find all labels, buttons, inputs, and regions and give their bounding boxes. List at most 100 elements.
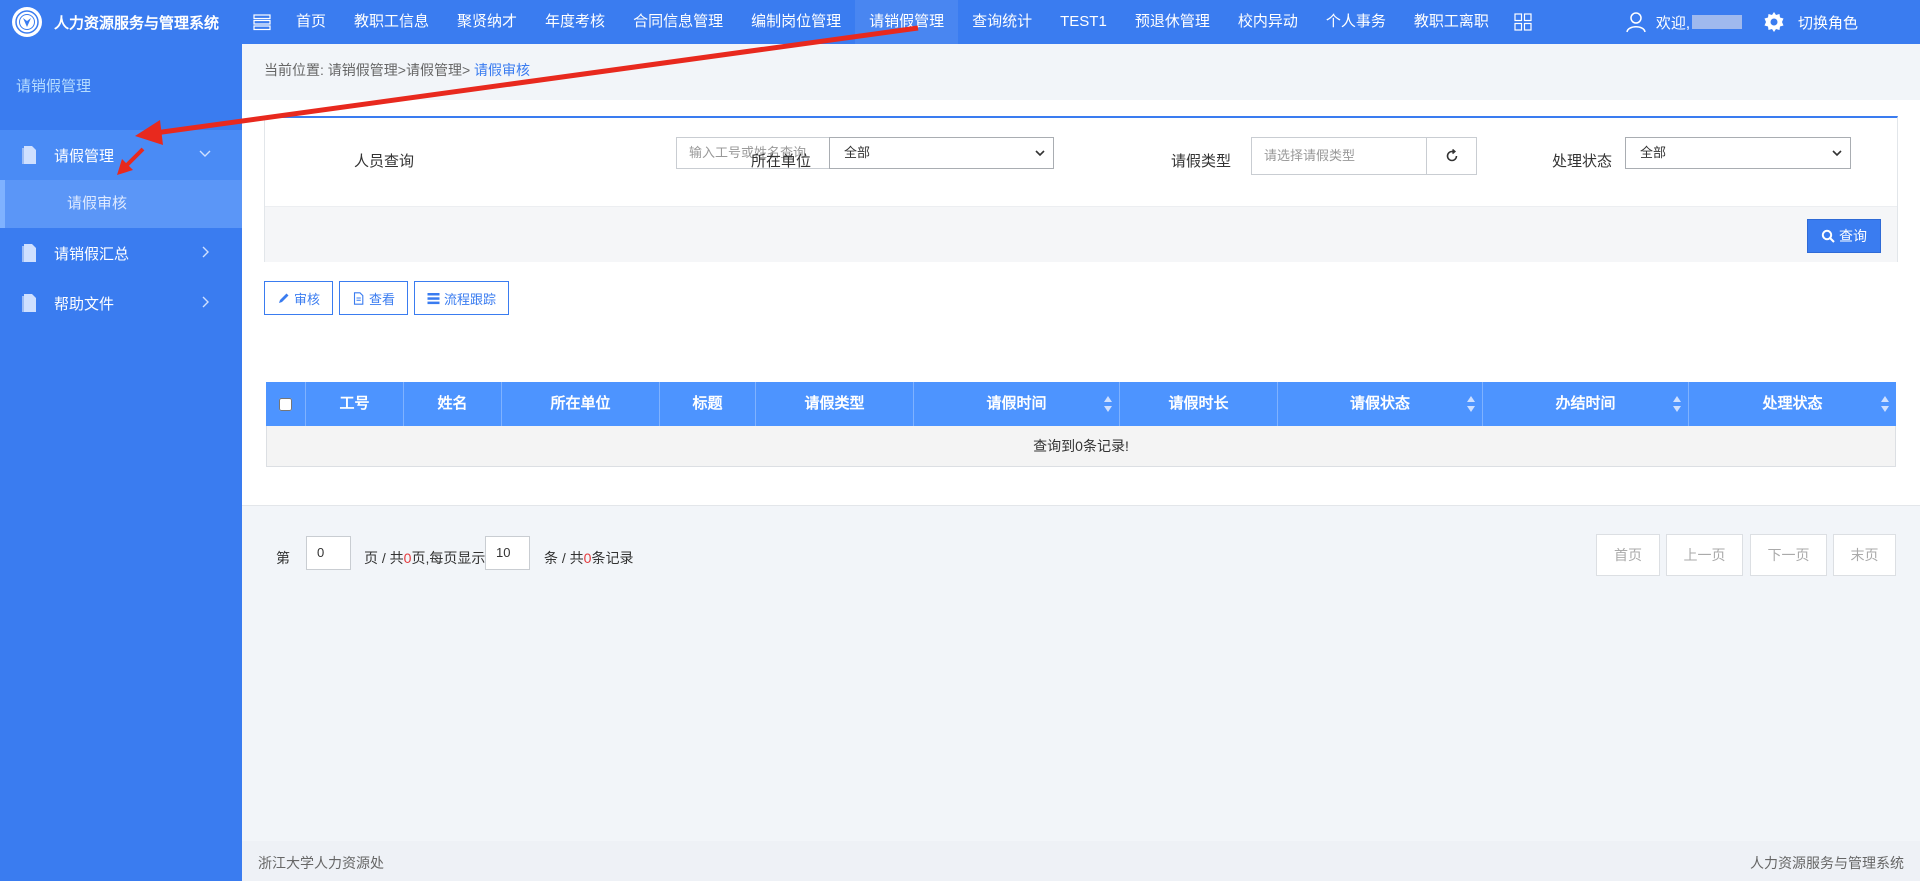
main-nav: 首页 教职工信息 聚贤纳才 年度考核 合同信息管理 编制岗位管理 请销假管理 查…: [282, 0, 1503, 44]
unit-select-value: 全部: [844, 145, 871, 160]
nav-test1[interactable]: TEST1: [1046, 0, 1121, 44]
sort-icon[interactable]: [1880, 395, 1890, 413]
sidebar-subitem-leave-audit[interactable]: 请假审核: [0, 180, 242, 228]
leave-type-label: 请假类型: [1171, 153, 1232, 170]
user-area: 欢迎, 切换角色: [1624, 0, 1920, 44]
unit-select[interactable]: 全部: [829, 137, 1054, 169]
record-total-text: 条 / 共0条记录: [544, 550, 634, 566]
sidebar-title: 请销假管理: [16, 78, 92, 95]
footer-org: 浙江大学人力资源处: [258, 855, 384, 871]
audit-button[interactable]: 审核: [264, 281, 334, 315]
chevron-down-icon: [1832, 150, 1842, 157]
top-navbar: 人力资源服务与管理系统 首页 教职工信息 聚贤纳才 年度考核 合同信息管理 编制…: [0, 0, 1920, 44]
nav-annual-review[interactable]: 年度考核: [531, 0, 619, 44]
chevron-right-icon: [202, 296, 209, 308]
breadcrumb-current: 请假审核: [474, 62, 531, 78]
col-title[interactable]: 标题: [660, 382, 756, 426]
sort-icon[interactable]: [1103, 395, 1113, 413]
chevron-down-icon: [199, 150, 211, 157]
nav-home[interactable]: 首页: [282, 0, 340, 44]
empty-result-row: 查询到0条记录!: [266, 426, 1896, 467]
audit-button-label: 审核: [294, 291, 321, 307]
col-leave-time[interactable]: 请假时间: [914, 382, 1120, 426]
nav-recruitment[interactable]: 聚贤纳才: [443, 0, 531, 44]
col-completion-time-label: 办结时间: [1555, 395, 1616, 412]
refresh-button[interactable]: [1427, 137, 1477, 175]
chevron-right-icon: [202, 246, 209, 258]
brand[interactable]: 人力资源服务与管理系统: [0, 0, 242, 44]
nav-personal[interactable]: 个人事务: [1312, 0, 1400, 44]
leave-type-input[interactable]: 请选择请假类型: [1251, 137, 1427, 175]
select-all-cell: [266, 382, 306, 426]
chevron-down-icon: [1035, 150, 1045, 157]
sidebar-item-label: 请销假汇总: [54, 245, 130, 263]
page-size-input[interactable]: 10: [485, 536, 530, 570]
sidebar-item-label: 帮助文件: [54, 295, 115, 313]
view-button-label: 查看: [369, 291, 396, 307]
sidebar-item-help-files[interactable]: 帮助文件: [0, 278, 242, 328]
page-number-input[interactable]: 0: [306, 536, 351, 570]
track-button[interactable]: 流程跟踪: [414, 281, 510, 315]
person-query-label: 人员查询: [354, 153, 415, 170]
prev-page-button[interactable]: 上一页: [1666, 534, 1743, 576]
col-completion-time[interactable]: 办结时间: [1483, 382, 1689, 426]
next-page-button[interactable]: 下一页: [1750, 534, 1827, 576]
page-label: 第: [276, 550, 290, 566]
search-form: 人员查询 输入工号或姓名查询 所在单位 全部 请假类型 请选择请假类型 处理状态…: [264, 116, 1898, 262]
nav-query-stats[interactable]: 查询统计: [958, 0, 1046, 44]
col-leave-time-label: 请假时间: [986, 395, 1047, 412]
sort-icon[interactable]: [1672, 395, 1682, 413]
list-icon: [427, 292, 440, 304]
pencil-icon: [279, 293, 289, 303]
col-process-status-label: 处理状态: [1762, 395, 1823, 412]
nav-contract[interactable]: 合同信息管理: [619, 0, 737, 44]
document-icon: [22, 294, 36, 312]
status-label: 处理状态: [1552, 153, 1613, 170]
status-select[interactable]: 全部: [1625, 137, 1851, 169]
status-select-value: 全部: [1640, 145, 1667, 160]
last-page-button[interactable]: 末页: [1833, 534, 1896, 576]
nav-pre-retirement[interactable]: 预退休管理: [1121, 0, 1224, 44]
nav-transfer[interactable]: 校内异动: [1224, 0, 1312, 44]
col-staff-id[interactable]: 工号: [306, 382, 404, 426]
col-unit[interactable]: 所在单位: [502, 382, 660, 426]
unit-label: 所在单位: [751, 153, 812, 170]
content-panel: 人员查询 输入工号或姓名查询 所在单位 全部 请假类型 请选择请假类型 处理状态…: [242, 100, 1920, 576]
breadcrumb-path[interactable]: 请销假管理>请假管理>: [328, 62, 470, 78]
action-toolbar: 审核 查看 流程跟踪: [264, 281, 515, 315]
sort-icon[interactable]: [1466, 395, 1476, 413]
gear-icon[interactable]: [1762, 10, 1786, 34]
apps-grid-icon[interactable]: [1503, 0, 1543, 44]
sidebar-item-leave-management[interactable]: 请假管理: [0, 130, 242, 180]
nav-staff-info[interactable]: 教职工信息: [340, 0, 443, 44]
first-page-button[interactable]: 首页: [1596, 534, 1660, 576]
nav-posts[interactable]: 编制岗位管理: [737, 0, 855, 44]
pagination: 第 0 页 / 共0页,每页显示 10 条 / 共0条记录 首页 上一页 下一页…: [266, 534, 1896, 576]
file-icon: [353, 291, 364, 305]
main-content: 当前位置: 请销假管理>请假管理> 请假审核 人员查询 输入工号或姓名查询 所在…: [242, 44, 1920, 841]
table-header: 工号 姓名 所在单位 标题 请假类型 请假时间 请假时长 请假状态 办结时间 处…: [266, 382, 1896, 426]
welcome-text: 欢迎,: [1655, 14, 1690, 32]
switch-role-link[interactable]: 切换角色: [1798, 12, 1858, 33]
search-form-footer: 查询: [265, 206, 1897, 262]
university-logo-icon: [12, 7, 42, 37]
nav-leave[interactable]: 请销假管理: [855, 0, 959, 44]
view-button[interactable]: 查看: [339, 281, 409, 315]
filter-row: 人员查询 输入工号或姓名查询 所在单位 全部 请假类型 请选择请假类型 处理状态…: [265, 118, 1897, 206]
app-title: 人力资源服务与管理系统: [54, 14, 220, 32]
menu-toggle-icon[interactable]: [242, 0, 282, 44]
sidebar: 请销假管理 请假管理 请假审核 请销假汇总 帮助文件: [0, 44, 242, 881]
col-name[interactable]: 姓名: [404, 382, 502, 426]
col-leave-status-label: 请假状态: [1349, 395, 1410, 412]
query-button[interactable]: 查询: [1807, 219, 1881, 253]
search-icon: [1821, 229, 1835, 243]
col-process-status[interactable]: 处理状态: [1689, 382, 1896, 426]
nav-resignation[interactable]: 教职工离职: [1400, 0, 1503, 44]
select-all-checkbox[interactable]: [279, 397, 292, 411]
col-leave-type[interactable]: 请假类型: [756, 382, 914, 426]
document-icon: [22, 244, 36, 262]
col-leave-status[interactable]: 请假状态: [1278, 382, 1483, 426]
sidebar-item-leave-summary[interactable]: 请销假汇总: [0, 228, 242, 278]
footer-system: 人力资源服务与管理系统: [1750, 855, 1904, 871]
col-leave-duration[interactable]: 请假时长: [1120, 382, 1278, 426]
